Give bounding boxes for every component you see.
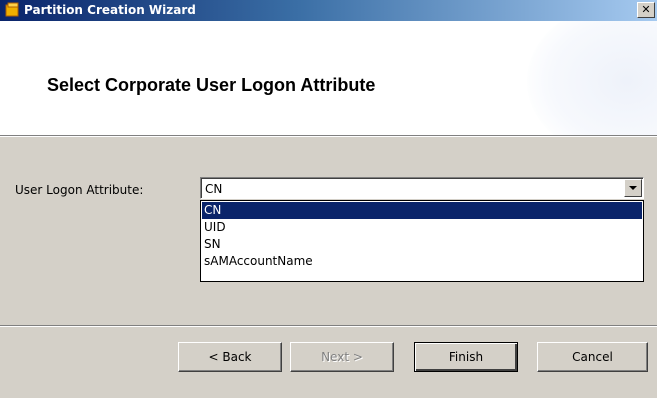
finish-button[interactable]: Finish (414, 342, 518, 372)
wizard-window: Partition Creation Wizard ✕ Select Corpo… (0, 0, 657, 398)
close-button[interactable]: ✕ (637, 2, 655, 18)
page-title: Select Corporate User Logon Attribute (47, 75, 376, 95)
dropdown-option-cn[interactable]: CN (202, 202, 642, 219)
cancel-button[interactable]: Cancel (537, 342, 648, 372)
chevron-down-icon[interactable] (624, 179, 642, 197)
dropdown-option-samaccountname[interactable]: sAMAccountName (202, 253, 642, 270)
window-title: Partition Creation Wizard (24, 3, 196, 17)
logon-attribute-dropdown: CN UID SN sAMAccountName (200, 200, 644, 282)
back-button[interactable]: < Back (178, 342, 282, 372)
footer-divider (0, 325, 657, 327)
title-bar[interactable]: Partition Creation Wizard ✕ (0, 0, 657, 21)
logon-attribute-select[interactable]: CN (200, 177, 644, 199)
close-icon: ✕ (641, 3, 651, 16)
logon-attribute-value: CN (205, 182, 223, 196)
wizard-app-icon (4, 2, 20, 18)
next-button[interactable]: Next > (290, 342, 394, 372)
header-decoration (527, 21, 657, 135)
wizard-header: Select Corporate User Logon Attribute (0, 21, 657, 135)
dropdown-option-uid[interactable]: UID (202, 219, 642, 236)
logon-attribute-label: User Logon Attribute: (15, 183, 144, 197)
dropdown-option-sn[interactable]: SN (202, 236, 642, 253)
header-divider (0, 135, 657, 137)
